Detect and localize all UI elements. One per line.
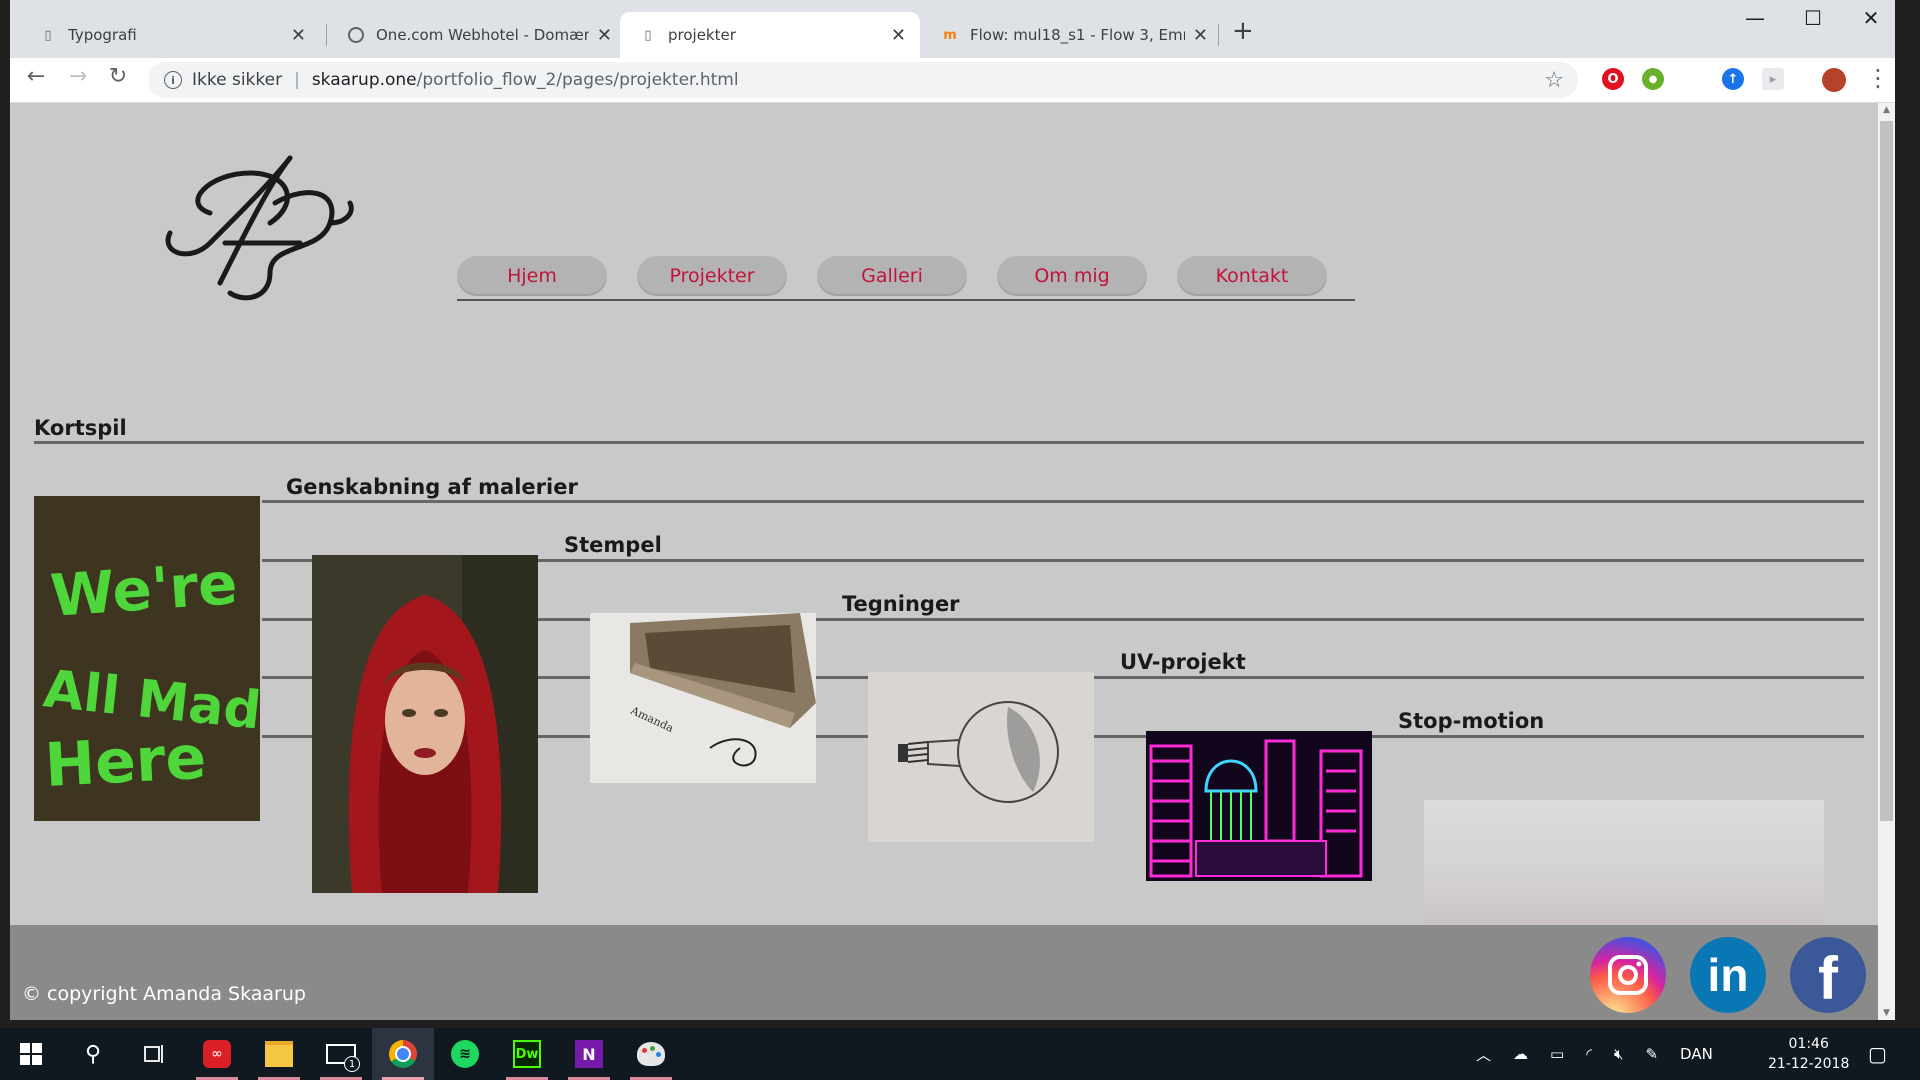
volume-muted-icon[interactable]: 🔇︎ bbox=[1614, 1045, 1623, 1063]
onecom-icon bbox=[348, 27, 364, 43]
mail-badge: 1 bbox=[344, 1056, 360, 1072]
minimize-button[interactable]: — bbox=[1726, 6, 1784, 30]
page-scrollbar[interactable]: ▲ ▼ bbox=[1878, 103, 1895, 1020]
close-tab-icon[interactable]: ✕ bbox=[1193, 25, 1208, 46]
project-image-genskabning[interactable] bbox=[312, 555, 538, 893]
back-button[interactable]: ← bbox=[20, 64, 52, 89]
linkedin-icon[interactable]: in bbox=[1690, 937, 1766, 1013]
task-view-icon[interactable] bbox=[124, 1028, 186, 1080]
opera-extension-icon[interactable]: O bbox=[1602, 68, 1624, 90]
notifications-icon[interactable]: ▢ bbox=[1868, 1028, 1887, 1080]
search-icon[interactable]: ⚲ bbox=[62, 1028, 124, 1080]
page-icon: ▯ bbox=[44, 27, 52, 43]
project-title-kortspil[interactable]: Kortspil bbox=[34, 416, 127, 440]
profile-avatar[interactable] bbox=[1822, 68, 1846, 92]
site-logo[interactable] bbox=[150, 143, 370, 303]
battery-icon[interactable]: ▭ bbox=[1550, 1045, 1564, 1063]
project-image-tegninger[interactable] bbox=[868, 672, 1094, 842]
project-title-stempel[interactable]: Stempel bbox=[564, 533, 662, 557]
onenote-icon[interactable]: N bbox=[558, 1028, 620, 1080]
copyright-text: © copyright Amanda Skaarup bbox=[22, 983, 306, 1005]
clock[interactable]: 01:46 21-12-2018 bbox=[1768, 1028, 1849, 1080]
spotify-icon[interactable]: ≋ bbox=[434, 1028, 496, 1080]
onedrive-icon[interactable]: ☁ bbox=[1513, 1045, 1528, 1063]
scroll-up-icon[interactable]: ▲ bbox=[1878, 105, 1895, 115]
chrome-icon[interactable] bbox=[372, 1028, 434, 1080]
windows-taskbar: ⚲ ∞ 1 ≋ Dw N ︿ ☁ ▭ ◜ 🔇︎ ✎ DAN 01:46 21-1… bbox=[0, 1028, 1920, 1080]
clock-date: 21-12-2018 bbox=[1768, 1056, 1850, 1072]
dreamweaver-icon[interactable]: Dw bbox=[496, 1028, 558, 1080]
tab-projekter[interactable]: ▯ projekter ✕ bbox=[620, 12, 920, 58]
cast-icon[interactable]: ▸ bbox=[1762, 68, 1784, 90]
divider bbox=[34, 441, 1864, 444]
forward-button[interactable]: → bbox=[62, 64, 94, 89]
reload-button[interactable]: ↻ bbox=[102, 64, 134, 89]
close-window-button[interactable]: ✕ bbox=[1842, 6, 1895, 30]
chevron-up-icon[interactable]: ︿ bbox=[1476, 1044, 1491, 1065]
new-tab-button[interactable]: + bbox=[1232, 16, 1254, 46]
site-footer: © copyright Amanda Skaarup in f bbox=[10, 925, 1878, 1020]
close-tab-icon[interactable]: ✕ bbox=[291, 25, 306, 46]
project-image-stop-motion[interactable] bbox=[1424, 800, 1824, 925]
tab-typografi[interactable]: ▯ Typografi ✕ bbox=[20, 12, 320, 58]
nav-hjem[interactable]: Hjem bbox=[457, 256, 607, 296]
mail-icon[interactable]: 1 bbox=[310, 1028, 372, 1080]
project-title-genskabning[interactable]: Genskabning af malerier bbox=[286, 475, 578, 499]
page-icon: ▯ bbox=[644, 27, 652, 43]
divider bbox=[262, 500, 1864, 503]
info-icon[interactable]: i bbox=[164, 71, 182, 89]
nav-kontakt[interactable]: Kontakt bbox=[1177, 256, 1327, 296]
language-indicator[interactable]: DAN bbox=[1680, 1045, 1713, 1063]
security-label: Ikke sikker bbox=[192, 70, 283, 90]
close-tab-icon[interactable]: ✕ bbox=[891, 25, 906, 46]
project-title-uv-projekt[interactable]: UV-projekt bbox=[1120, 650, 1246, 674]
wifi-icon[interactable]: ◜ bbox=[1586, 1045, 1592, 1063]
tab-onecom[interactable]: One.com Webhotel - Domæne ✕ bbox=[328, 12, 626, 58]
close-tab-icon[interactable]: ✕ bbox=[597, 25, 612, 46]
green-extension-icon[interactable]: ● bbox=[1642, 68, 1664, 90]
url-host: skaarup.one bbox=[311, 70, 417, 90]
main-nav: Hjem Projekter Galleri Om mig Kontakt bbox=[457, 256, 1355, 301]
graffiti-line-3: Here bbox=[43, 723, 208, 801]
graffiti-line-1: We're bbox=[48, 549, 239, 630]
file-explorer-icon[interactable] bbox=[248, 1028, 310, 1080]
address-bar[interactable]: i Ikke sikker | skaarup.one/portfolio_fl… bbox=[148, 62, 1578, 98]
nav-projekter[interactable]: Projekter bbox=[637, 256, 787, 296]
facebook-icon[interactable]: f bbox=[1790, 937, 1866, 1013]
page-viewport: Hjem Projekter Galleri Om mig Kontakt Ko… bbox=[10, 103, 1878, 1020]
project-title-tegninger[interactable]: Tegninger bbox=[842, 592, 960, 616]
tab-flow[interactable]: m Flow: mul18_s1 - Flow 3, Emne: F ✕ bbox=[922, 12, 1222, 58]
nav-galleri[interactable]: Galleri bbox=[817, 256, 967, 296]
browser-window: ▯ Typografi ✕ One.com Webhotel - Domæne … bbox=[10, 0, 1895, 1020]
pen-icon[interactable]: ✎ bbox=[1645, 1045, 1658, 1063]
moodle-icon: m bbox=[943, 27, 957, 43]
project-image-stempel[interactable]: Amanda bbox=[590, 613, 816, 783]
maximize-button[interactable]: ☐ bbox=[1784, 6, 1842, 30]
browser-toolbar: ← → ↻ i Ikke sikker | skaarup.one/portfo… bbox=[10, 58, 1895, 103]
project-image-uv-projekt[interactable] bbox=[1146, 731, 1372, 881]
instagram-icon[interactable] bbox=[1590, 937, 1666, 1013]
scrollbar-thumb[interactable] bbox=[1880, 121, 1893, 821]
creative-cloud-icon[interactable]: ∞ bbox=[186, 1028, 248, 1080]
project-image-kortspil[interactable]: We're All Mad Here bbox=[34, 496, 260, 821]
bookmark-star-icon[interactable]: ☆ bbox=[1544, 68, 1564, 93]
paint-icon[interactable] bbox=[620, 1028, 682, 1080]
scroll-down-icon[interactable]: ▼ bbox=[1878, 1008, 1895, 1018]
blue-extension-icon[interactable]: ↑ bbox=[1722, 68, 1744, 90]
windows-start-icon[interactable] bbox=[0, 1028, 62, 1080]
clock-time: 01:46 bbox=[1788, 1036, 1829, 1052]
browser-menu-icon[interactable]: ⋮ bbox=[1866, 64, 1890, 92]
tab-strip: ▯ Typografi ✕ One.com Webhotel - Domæne … bbox=[10, 0, 1895, 58]
nav-om-mig[interactable]: Om mig bbox=[997, 256, 1147, 296]
project-title-stop-motion[interactable]: Stop-motion bbox=[1398, 709, 1544, 733]
url-path: /portfolio_flow_2/pages/projekter.html bbox=[416, 70, 739, 90]
